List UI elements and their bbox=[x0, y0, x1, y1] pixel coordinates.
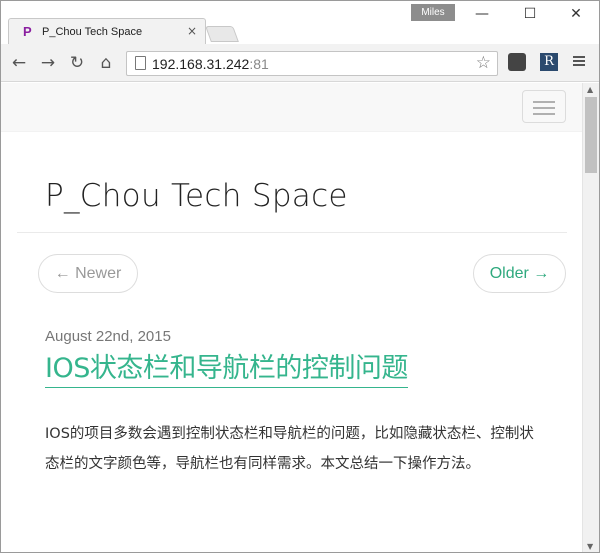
post-date: August 22nd, 2015 bbox=[45, 328, 171, 345]
r-extension-icon[interactable]: R bbox=[540, 53, 558, 71]
bookmark-star-icon[interactable]: ☆ bbox=[476, 53, 491, 73]
site-title[interactable]: P_Chou Tech Space bbox=[45, 178, 348, 214]
minimize-button[interactable]: — bbox=[462, 4, 502, 24]
post-title-link[interactable]: IOS状态栏和导航栏的控制问题 bbox=[45, 351, 408, 388]
back-arrow-icon[interactable]: ← bbox=[9, 53, 29, 73]
page-viewport: P_Chou Tech Space ← Newer Older → August… bbox=[1, 83, 583, 553]
close-window-button[interactable]: ✕ bbox=[556, 4, 596, 24]
navbar-toggle-button[interactable] bbox=[522, 90, 566, 123]
url-port: :81 bbox=[249, 56, 269, 72]
address-url[interactable]: 192.168.31.242:81 bbox=[152, 56, 269, 72]
tab-close-icon[interactable]: × bbox=[187, 24, 197, 38]
browser-menu-icon[interactable] bbox=[573, 54, 587, 68]
reload-icon[interactable]: ↻ bbox=[67, 53, 87, 73]
site-navbar bbox=[1, 83, 583, 132]
older-button[interactable]: Older → bbox=[473, 254, 566, 293]
tab-favicon-icon: P bbox=[23, 24, 32, 39]
page-scrollbar[interactable]: ▲ ▼ bbox=[582, 83, 599, 553]
evernote-extension-icon[interactable] bbox=[508, 53, 526, 71]
home-icon[interactable]: ⌂ bbox=[96, 53, 116, 73]
scroll-thumb[interactable] bbox=[585, 97, 597, 173]
post-excerpt: IOS的项目多数会遇到控制状态栏和导航栏的问题，比如隐藏状态栏、控制状态栏的文字… bbox=[45, 426, 534, 472]
url-host: 192.168.31.242 bbox=[152, 56, 250, 72]
maximize-button[interactable]: ☐ bbox=[510, 4, 550, 24]
tab-title: P_Chou Tech Space bbox=[42, 26, 143, 38]
header-divider bbox=[17, 232, 567, 233]
profile-badge[interactable]: Miles bbox=[411, 4, 455, 21]
address-bar[interactable]: 192.168.31.242:81 ☆ bbox=[126, 51, 498, 76]
scroll-down-icon[interactable]: ▼ bbox=[587, 542, 593, 551]
new-tab-button[interactable] bbox=[205, 26, 239, 42]
scroll-up-icon[interactable]: ▲ bbox=[587, 85, 593, 94]
forward-arrow-icon[interactable]: → bbox=[38, 53, 58, 73]
browser-tab[interactable]: P P_Chou Tech Space × bbox=[8, 18, 206, 45]
page-icon bbox=[135, 56, 146, 70]
browser-titlebar: P P_Chou Tech Space × Miles — ☐ ✕ bbox=[0, 0, 600, 45]
newer-button[interactable]: ← Newer bbox=[38, 254, 138, 293]
